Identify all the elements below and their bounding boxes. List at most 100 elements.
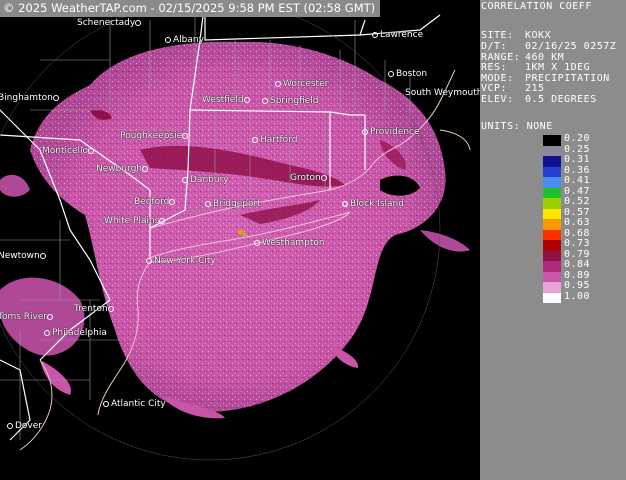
city-label: New York City	[146, 256, 216, 266]
scale-swatch	[543, 250, 561, 261]
city-label: Hartford	[252, 135, 297, 145]
scale-swatch	[543, 198, 561, 209]
city-marker-icon	[182, 132, 189, 139]
scale-swatch	[543, 229, 561, 240]
city-label: Boston	[388, 69, 427, 79]
city-marker-icon	[39, 252, 46, 259]
scale-swatch	[543, 187, 561, 198]
city-label: Westhampton	[254, 238, 325, 248]
city-label: Westfield	[202, 95, 252, 105]
city-name: Lawrence	[380, 30, 424, 40]
city-label: Toms River	[0, 312, 55, 322]
city-label: Groton	[290, 173, 329, 183]
city-marker-icon	[52, 94, 59, 101]
city-name: Albany	[173, 35, 204, 45]
scale-value: 0.84	[564, 259, 591, 270]
city-name: New York City	[154, 256, 216, 266]
city-marker-icon	[243, 96, 250, 103]
scale-value: 1.00	[564, 290, 591, 302]
scale-swatch	[543, 135, 561, 146]
city-name: Hartford	[260, 135, 298, 145]
info-label: RES:	[481, 62, 508, 73]
info-value: KOKX	[525, 30, 552, 41]
city-name: Groton	[290, 173, 321, 183]
scale-swatch	[543, 271, 561, 282]
scale-swatch	[543, 292, 561, 303]
city-marker-icon	[205, 200, 211, 207]
city-label: Lawrence	[372, 30, 423, 40]
city-name: Toms River	[0, 312, 48, 322]
city-label: South Weymouth	[405, 88, 480, 98]
city-name: Danbury	[190, 175, 229, 185]
city-name: Poughkeepsie	[120, 131, 183, 141]
info-label: D/T:	[481, 41, 508, 52]
scale-swatch	[543, 145, 561, 156]
city-label: Bedford	[134, 197, 177, 207]
city-label: White Plains	[104, 216, 167, 226]
product-title: CORRELATION COEFF	[481, 1, 592, 12]
city-name: Philadelphia	[52, 328, 107, 338]
city-label: Block Island	[342, 199, 404, 209]
city-name: Schenectady	[77, 18, 136, 28]
city-label: Worcester	[275, 79, 328, 89]
city-marker-icon	[372, 31, 378, 38]
scale-swatch	[543, 219, 561, 230]
city-name: Providence	[370, 127, 420, 137]
city-name: Springfield	[270, 96, 319, 106]
info-value: PRECIPITATION	[525, 72, 610, 84]
info-value: 1KM X 1DEG	[525, 62, 591, 73]
city-marker-icon	[103, 400, 109, 407]
city-name: Monticello	[42, 146, 88, 156]
city-name: Westfield	[202, 95, 244, 105]
city-name: Worcester	[283, 79, 329, 89]
scale-value: 0.73	[564, 238, 591, 249]
scale-value: 0.31	[564, 154, 591, 165]
city-name: Newtown	[0, 251, 40, 261]
city-label: Providence	[362, 127, 420, 137]
scale-swatch	[543, 156, 561, 167]
city-label: Newburgh	[96, 164, 150, 174]
city-marker-icon	[262, 97, 268, 104]
scale-swatch	[543, 177, 561, 188]
city-label: Springfield	[262, 96, 318, 106]
city-label: Philadelphia	[44, 328, 107, 338]
radar-map: © 2025 WeatherTAP.com - 02/15/2025 9:58 …	[0, 0, 480, 480]
scale-swatch	[543, 240, 561, 251]
info-panel: CORRELATION COEFF SITE: KOKX D/T: 02/16/25 …	[480, 0, 626, 480]
copyright-banner: © 2025 WeatherTAP.com - 02/15/2025 9:58 …	[0, 0, 381, 17]
city-marker-icon	[254, 239, 260, 246]
units-label: UNITS: NONE	[481, 121, 553, 132]
city-name: Atlantic City	[111, 399, 166, 409]
city-name: Block Island	[350, 199, 404, 209]
city-marker-icon	[320, 174, 327, 181]
scale-swatch	[543, 261, 561, 272]
city-marker-icon	[7, 422, 13, 429]
scale-value: 0.52	[564, 196, 591, 207]
info-value: 0.5 DEGREES	[525, 93, 597, 105]
city-label: Trenton	[74, 304, 116, 314]
city-marker-icon	[182, 176, 188, 183]
city-name: South Weymouth	[405, 88, 480, 98]
city-marker-icon	[107, 305, 114, 312]
city-marker-icon	[88, 147, 94, 154]
city-marker-icon	[159, 217, 166, 224]
info-value: 215	[525, 83, 545, 94]
city-label: Poughkeepsie	[120, 131, 190, 141]
info-label: ELEV:	[481, 93, 514, 105]
city-name: Trenton	[74, 304, 108, 314]
city-marker-icon	[388, 70, 394, 77]
info-row-elev: ELEV: 0.5 DEGREES	[481, 93, 597, 106]
city-name: Bedford	[134, 197, 170, 207]
city-label: Danbury	[182, 175, 229, 185]
city-name: Newburgh	[96, 164, 143, 174]
info-value: 460 KM	[525, 51, 565, 63]
city-name: Dover	[15, 421, 42, 431]
city-name: Bridgeport	[213, 199, 261, 209]
scale-value: 0.63	[564, 217, 591, 228]
city-name: Boston	[396, 69, 428, 79]
city-label: Albany	[165, 35, 204, 45]
city-marker-icon	[47, 313, 54, 320]
city-label: Monticello	[42, 146, 96, 156]
city-label: Newtown	[0, 251, 48, 261]
city-label: Dover	[7, 421, 42, 431]
